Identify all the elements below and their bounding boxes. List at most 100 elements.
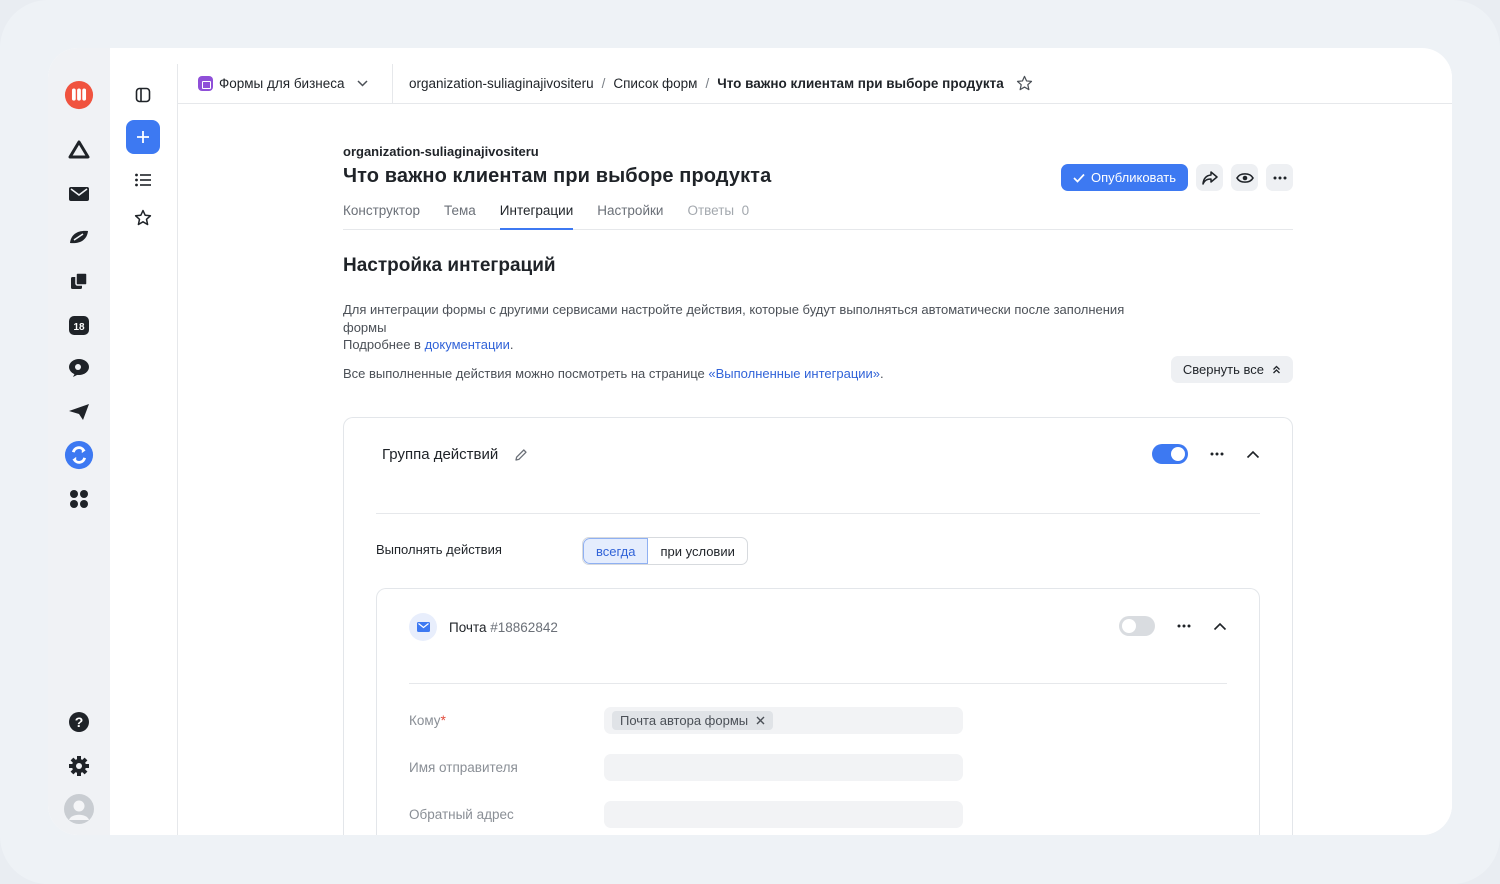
page-title: Что важно клиентам при выборе продукта bbox=[343, 165, 772, 187]
cloud-icon[interactable] bbox=[64, 135, 94, 165]
share-icon bbox=[1201, 170, 1218, 185]
publish-button[interactable]: Опубликовать bbox=[1060, 164, 1188, 191]
form-content: organization-suliaginajivositeru Что важ… bbox=[343, 104, 1293, 835]
service-name: Формы для бизнеса bbox=[219, 76, 345, 91]
chevron-down-icon bbox=[356, 80, 368, 87]
answers-count: 0 bbox=[741, 203, 750, 218]
edit-pencil-icon[interactable] bbox=[514, 448, 528, 462]
share-button[interactable] bbox=[1196, 164, 1223, 191]
favorites-star-icon[interactable] bbox=[126, 201, 160, 235]
breadcrumb-separator: / bbox=[705, 76, 710, 91]
note-prefix: Все выполненные действия можно посмотрет… bbox=[343, 366, 709, 381]
group-collapse-chevron-up-icon[interactable] bbox=[1246, 450, 1260, 459]
integrations-note: Все выполненные действия можно посмотрет… bbox=[343, 366, 884, 381]
section-description: Для интеграции формы с другими сервисами… bbox=[343, 301, 1133, 354]
run-conditional-option[interactable]: при условии bbox=[648, 538, 746, 564]
ellipsis-icon bbox=[1273, 176, 1286, 179]
mail-icon[interactable] bbox=[64, 179, 94, 209]
publish-label: Опубликовать bbox=[1090, 170, 1176, 185]
tab-theme[interactable]: Тема bbox=[444, 196, 476, 229]
tab-settings[interactable]: Настройки bbox=[597, 196, 663, 229]
docs-prefix: Подробнее в bbox=[343, 337, 425, 352]
messenger-icon[interactable] bbox=[64, 222, 94, 252]
breadcrumb-separator: / bbox=[601, 76, 606, 91]
more-actions-button[interactable] bbox=[1266, 164, 1293, 191]
to-field[interactable]: Почта автора формы bbox=[604, 707, 963, 734]
star-icon[interactable] bbox=[1016, 75, 1033, 92]
calendar-icon[interactable]: 18 bbox=[64, 310, 94, 340]
check-icon bbox=[1073, 173, 1085, 183]
preview-button[interactable] bbox=[1231, 164, 1258, 191]
settings-gear-icon[interactable] bbox=[64, 751, 94, 781]
telemost-icon[interactable] bbox=[64, 353, 94, 383]
top-bar: Формы для бизнеса organization-suliagina… bbox=[178, 64, 1452, 104]
recipient-chip: Почта автора формы bbox=[612, 711, 774, 730]
docs-link[interactable]: документации bbox=[425, 337, 510, 352]
main-area: Формы для бизнеса organization-suliagina… bbox=[178, 64, 1452, 835]
description-text: Для интеграции формы с другими сервисами… bbox=[343, 302, 1125, 335]
collapse-all-button[interactable]: Свернуть все bbox=[1170, 356, 1293, 383]
breadcrumb-org[interactable]: organization-suliaginajivositeru bbox=[409, 76, 594, 91]
help-icon[interactable]: ? bbox=[64, 707, 94, 737]
reply-address-input[interactable] bbox=[604, 801, 963, 828]
group-more-icon[interactable] bbox=[1210, 452, 1224, 456]
all-services-icon[interactable] bbox=[64, 484, 94, 514]
note-suffix: . bbox=[880, 366, 884, 381]
divider bbox=[409, 683, 1227, 684]
to-field-label: Кому* bbox=[409, 713, 446, 728]
mail-action-name: Почта bbox=[449, 619, 487, 635]
mail-action-title: Почта #18862842 bbox=[449, 620, 558, 635]
app-window: 18 ? Формы для бизнеса organization-suli… bbox=[48, 48, 1452, 835]
tab-integrations[interactable]: Интеграции bbox=[499, 196, 574, 230]
recipient-chip-label: Почта автора формы bbox=[620, 713, 749, 728]
sender-name-input[interactable] bbox=[604, 754, 963, 781]
action-group-card: Группа действий Выполнять действия всегд… bbox=[343, 417, 1293, 835]
remove-chip-close-icon[interactable] bbox=[756, 716, 765, 725]
create-form-button[interactable] bbox=[126, 120, 160, 154]
mail-action-id: #18862842 bbox=[490, 619, 558, 635]
action-group-header: Группа действий bbox=[382, 446, 528, 463]
section-title: Настройка интеграций bbox=[343, 255, 556, 276]
mail-collapse-chevron-up-icon[interactable] bbox=[1213, 622, 1227, 631]
toggle-sidebar-icon[interactable] bbox=[126, 78, 160, 112]
yandex-360-logo-icon[interactable] bbox=[64, 80, 94, 110]
svg-text:18: 18 bbox=[73, 322, 85, 333]
tracker-icon[interactable] bbox=[64, 397, 94, 427]
to-label: Кому bbox=[409, 713, 441, 728]
sender-name-label: Имя отправителя bbox=[409, 760, 518, 775]
run-always-option[interactable]: всегда bbox=[583, 538, 649, 564]
completed-integrations-link[interactable]: «Выполненные интеграции» bbox=[708, 366, 880, 381]
docs-line: Подробнее в документации. bbox=[343, 336, 1133, 354]
forms-business-icon bbox=[198, 76, 213, 91]
svg-text:?: ? bbox=[75, 714, 84, 730]
tab-answers[interactable]: Ответы 0 bbox=[687, 196, 749, 229]
forms-icon[interactable] bbox=[64, 440, 94, 470]
reply-address-label: Обратный адрес bbox=[409, 807, 514, 822]
mail-action-card: Почта #18862842 Кому* Почта автора формы bbox=[376, 588, 1260, 835]
tab-constructor[interactable]: Конструктор bbox=[343, 196, 420, 229]
action-group-controls bbox=[1152, 444, 1260, 464]
form-actions: Опубликовать bbox=[1060, 164, 1293, 191]
form-organization: organization-suliaginajivositeru bbox=[343, 144, 539, 159]
avatar[interactable] bbox=[64, 794, 94, 824]
action-group-title: Группа действий bbox=[382, 446, 499, 463]
mail-enabled-toggle[interactable] bbox=[1119, 616, 1155, 636]
docs-icon[interactable] bbox=[64, 266, 94, 296]
eye-icon bbox=[1235, 172, 1254, 183]
forms-list-icon[interactable] bbox=[126, 163, 160, 197]
mail-more-icon[interactable] bbox=[1177, 624, 1191, 628]
mail-action-controls bbox=[1119, 616, 1227, 636]
collapse-all-label: Свернуть все bbox=[1182, 362, 1264, 377]
double-chevron-up-icon bbox=[1273, 365, 1280, 374]
services-rail: 18 ? bbox=[48, 48, 110, 835]
service-switcher[interactable]: Формы для бизнеса bbox=[178, 64, 393, 103]
required-mark: * bbox=[440, 713, 446, 728]
group-enabled-toggle[interactable] bbox=[1152, 444, 1188, 464]
breadcrumb-forms-list[interactable]: Список форм bbox=[613, 76, 697, 91]
breadcrumb: organization-suliaginajivositeru / Списо… bbox=[393, 75, 1033, 92]
divider bbox=[376, 513, 1260, 514]
run-condition-segmented: всегда при условии bbox=[582, 537, 748, 565]
mail-action-header: Почта #18862842 bbox=[409, 613, 558, 641]
mail-action-icon bbox=[409, 613, 437, 641]
forms-sidebar bbox=[110, 64, 178, 835]
